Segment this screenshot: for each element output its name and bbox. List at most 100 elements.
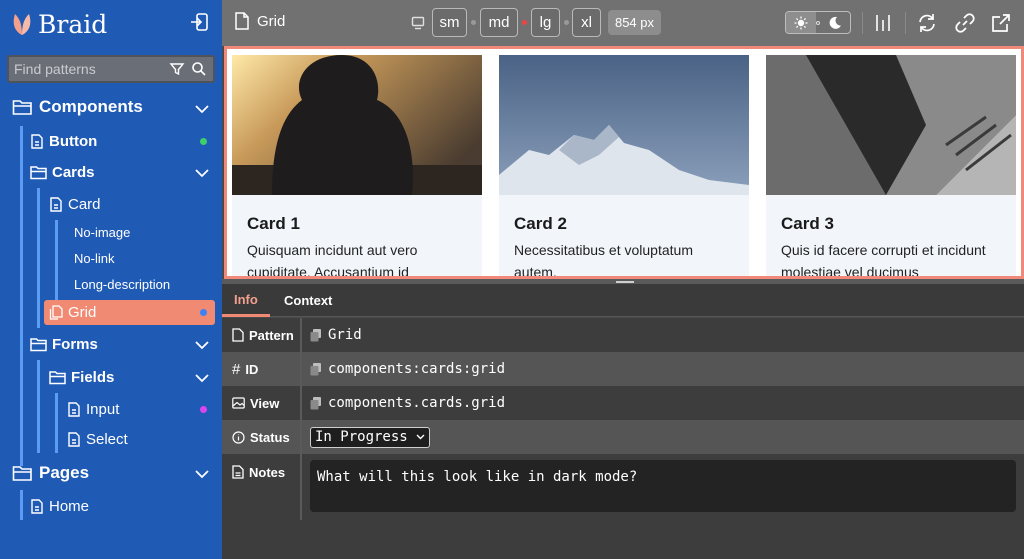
info-row-status: Status In Progress bbox=[222, 420, 1024, 454]
sidebar-item-label: Components bbox=[39, 97, 143, 116]
file-icon bbox=[232, 328, 244, 342]
tree-rail bbox=[20, 126, 23, 466]
theme-toggle[interactable] bbox=[785, 11, 851, 34]
refresh-icon[interactable] bbox=[916, 12, 938, 34]
sidebar-item-components[interactable]: Components bbox=[12, 97, 143, 117]
monitor-icon bbox=[411, 16, 425, 30]
image-icon bbox=[232, 397, 245, 409]
filter-icon[interactable] bbox=[169, 61, 185, 77]
row-label: Notes bbox=[222, 454, 302, 520]
sidebar-item-card[interactable]: Card bbox=[49, 196, 101, 213]
row-label: Status bbox=[222, 420, 302, 454]
chevron-down-icon[interactable] bbox=[194, 340, 210, 350]
sidebar-item-no-link[interactable]: No-link bbox=[74, 251, 114, 266]
search-box bbox=[7, 55, 215, 83]
sidebar-item-grid[interactable]: Grid bbox=[49, 304, 96, 321]
card[interactable]: Card 2 Necessitatibus et voluptatum aute… bbox=[499, 55, 749, 279]
breakpoint-lg-button[interactable]: lg bbox=[531, 8, 560, 37]
toolbar-divider bbox=[862, 12, 863, 34]
copy-icon[interactable] bbox=[310, 362, 322, 376]
tab-context[interactable]: Context bbox=[284, 284, 332, 317]
dark-theme-button[interactable] bbox=[820, 12, 850, 33]
chevron-down-icon[interactable] bbox=[194, 469, 210, 479]
sidebar-item-label: Fields bbox=[71, 369, 115, 386]
card-text: Quisquam incidunt aut vero cupiditate. A… bbox=[247, 242, 418, 279]
breakpoint-separator bbox=[471, 20, 476, 25]
row-value: components:cards:grid bbox=[310, 352, 505, 386]
folder-open-icon bbox=[12, 100, 32, 115]
measure-icon[interactable] bbox=[872, 12, 894, 34]
tab-info[interactable]: Info bbox=[222, 284, 270, 317]
braid-logo-icon bbox=[13, 14, 31, 35]
sidebar-item-label: Pages bbox=[39, 463, 90, 482]
folder-open-icon bbox=[30, 166, 47, 180]
sidebar-item-no-image[interactable]: No-image bbox=[74, 225, 130, 240]
sidebar-item-label: Cards bbox=[52, 164, 95, 181]
sidebar-item-long-description[interactable]: Long-description bbox=[74, 277, 170, 292]
notes-textarea[interactable]: What will this look like in dark mode? bbox=[310, 460, 1016, 512]
light-theme-button[interactable] bbox=[786, 12, 816, 33]
row-label: # ID bbox=[222, 352, 302, 386]
card-image bbox=[766, 55, 1016, 195]
row-value: In Progress bbox=[310, 420, 430, 454]
card[interactable]: Card 3 Quis id facere corrupti et incidu… bbox=[766, 55, 1016, 279]
brand[interactable]: Braid bbox=[10, 6, 107, 42]
sidebar-item-home[interactable]: Home bbox=[30, 498, 89, 515]
card-text: Necessitatibus et voluptatum autem. bbox=[514, 242, 693, 279]
status-dot bbox=[200, 406, 207, 413]
chevron-down-icon bbox=[416, 434, 425, 440]
sidebar-item-label: Button bbox=[49, 133, 98, 150]
sidebar-item-label: Long-description bbox=[74, 277, 171, 292]
info-row-notes: Notes What will this look like in dark m… bbox=[222, 454, 1024, 520]
pattern-label: Pattern bbox=[249, 327, 294, 343]
external-link-icon[interactable] bbox=[990, 12, 1012, 34]
chevron-down-icon[interactable] bbox=[194, 373, 210, 383]
brand-name: Braid bbox=[38, 9, 108, 39]
search-icon[interactable] bbox=[191, 61, 207, 77]
copy-icon[interactable] bbox=[310, 396, 322, 410]
info-row-view: View components.cards.grid bbox=[222, 386, 1024, 420]
sidebar-item-label: Select bbox=[86, 431, 128, 448]
status-select[interactable]: In Progress bbox=[310, 426, 430, 448]
chevron-down-icon[interactable] bbox=[194, 168, 210, 178]
copy-icon[interactable] bbox=[310, 328, 322, 342]
folder-open-icon bbox=[30, 338, 47, 352]
status-dot bbox=[200, 138, 207, 145]
card-text: Quis id facere corrupti et incidunt mole… bbox=[781, 242, 986, 279]
pattern-value: Grid bbox=[328, 327, 362, 343]
search-input[interactable] bbox=[9, 61, 169, 77]
folder-open-icon bbox=[49, 371, 66, 385]
link-icon[interactable] bbox=[954, 12, 976, 34]
active-breakpoint-indicator bbox=[522, 20, 527, 25]
breakpoint-sm-button[interactable]: sm bbox=[432, 8, 467, 37]
tree-rail bbox=[55, 393, 58, 453]
tree-rail bbox=[37, 188, 40, 328]
sidebar-item-cards[interactable]: Cards bbox=[30, 164, 95, 181]
sun-icon bbox=[794, 16, 808, 29]
card-image bbox=[499, 55, 749, 195]
collapse-sidebar-icon[interactable] bbox=[189, 12, 209, 32]
panel-background bbox=[222, 520, 1024, 559]
sidebar-item-fields[interactable]: Fields bbox=[49, 369, 114, 386]
moon-icon bbox=[829, 16, 841, 29]
file-icon bbox=[68, 402, 80, 417]
sidebar-item-label: No-image bbox=[74, 225, 131, 240]
pattern-title: Grid bbox=[257, 12, 286, 30]
chevron-down-icon[interactable] bbox=[194, 104, 210, 114]
sidebar-item-input[interactable]: Input bbox=[67, 401, 119, 418]
breakpoint-md-button[interactable]: md bbox=[480, 8, 518, 37]
tree-rail bbox=[20, 490, 23, 520]
sidebar-item-select[interactable]: Select bbox=[67, 431, 128, 448]
card[interactable]: Card 1 Quisquam incidunt aut vero cupidi… bbox=[232, 55, 482, 279]
file-icon bbox=[50, 197, 62, 212]
card-title: Card 2 bbox=[514, 214, 567, 233]
note-icon bbox=[232, 465, 244, 479]
breakpoint-xl-button[interactable]: xl bbox=[572, 8, 601, 37]
sidebar-item-forms[interactable]: Forms bbox=[30, 336, 98, 353]
sidebar-item-pages[interactable]: Pages bbox=[12, 463, 89, 483]
toolbar: Grid sm md lg xl 854 px bbox=[222, 0, 1024, 46]
sidebar-item-button[interactable]: Button bbox=[30, 133, 97, 150]
sidebar-item-label: No-link bbox=[74, 251, 115, 266]
toolbar-title: Grid bbox=[234, 12, 285, 30]
toolbar-divider bbox=[905, 12, 906, 34]
